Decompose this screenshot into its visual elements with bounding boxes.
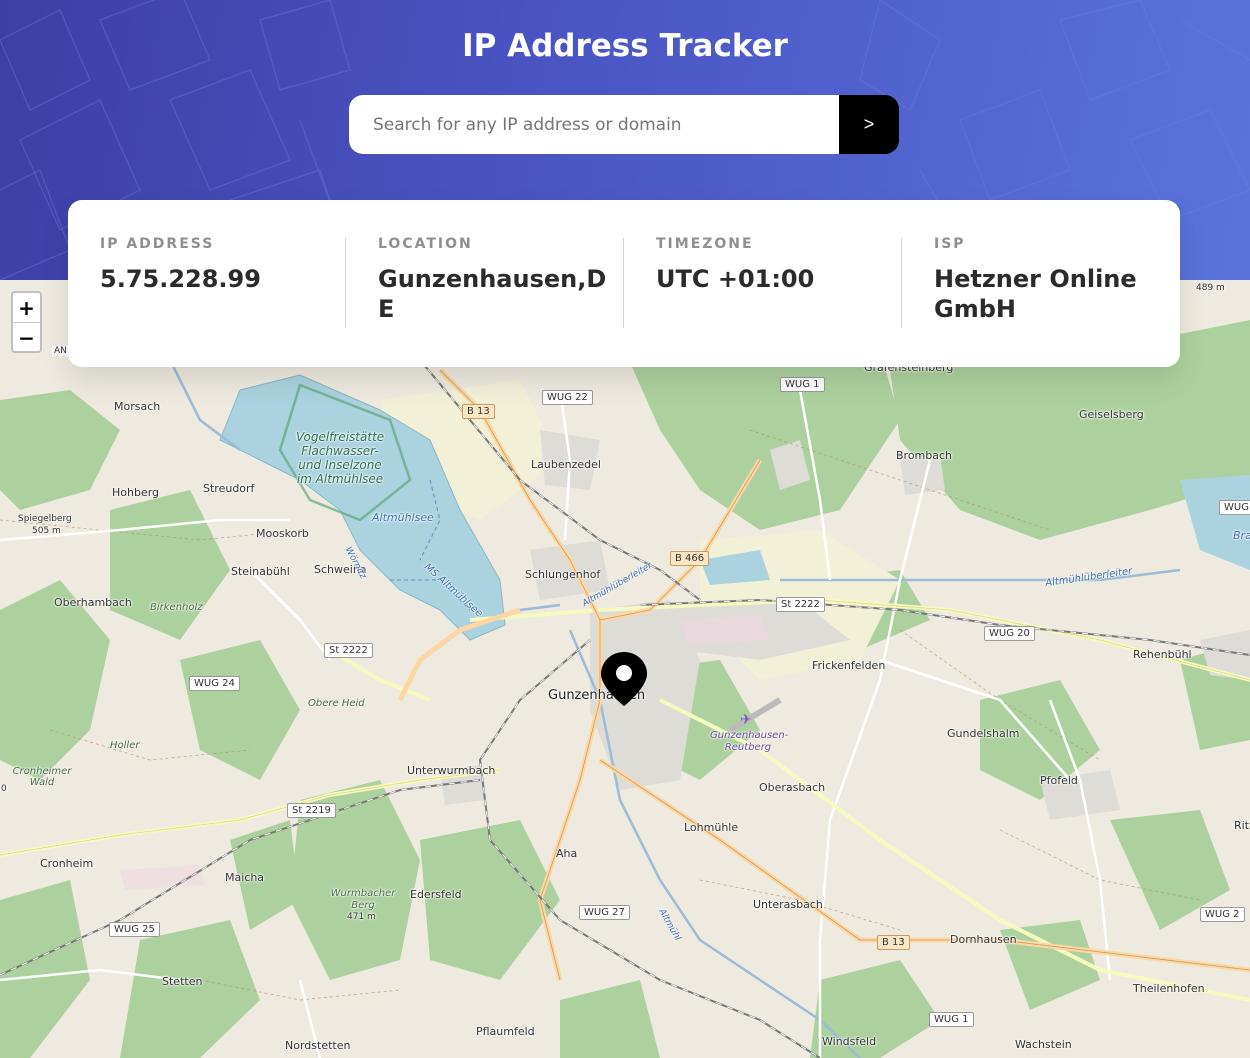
elevation-label: 489 m: [1196, 283, 1225, 293]
place-label: Hohberg: [112, 486, 160, 499]
place-label: Lohmühle: [684, 821, 739, 834]
place-label: Dornhausen: [950, 933, 1017, 946]
place-label: Rehenbühl: [1133, 648, 1192, 661]
place-label: Oberhambach: [54, 596, 132, 609]
place-label: Wachstein: [1015, 1038, 1072, 1051]
elevation-label: 505 m: [32, 526, 61, 536]
place-label: Pflaumfeld: [476, 1025, 535, 1038]
road-shield: B 466: [670, 551, 710, 566]
zoom-control: + −: [11, 291, 42, 353]
stat-value: Hetzner Online GmbH: [934, 265, 1137, 323]
place-label: Schlungenhof: [525, 568, 601, 581]
road-shield: WUG: [1219, 500, 1250, 515]
place-label: Aha: [556, 847, 578, 860]
stat-label: LOCATION: [378, 236, 473, 252]
airport-label: Gunzenhausen-Reutberg: [710, 730, 789, 753]
place-label: Morsach: [114, 400, 161, 413]
stat-divider: [345, 238, 346, 328]
road-shield: WUG 2: [1200, 907, 1245, 922]
stat-label: IP ADDRESS: [100, 236, 215, 252]
location-pin-icon[interactable]: [599, 650, 649, 708]
protected-area-label: Vogelfreistätte Flachwasser- und Inselzo…: [296, 430, 385, 486]
stat-location: LOCATION Gunzenhausen,DE: [378, 236, 608, 324]
place-label: Nordstetten: [285, 1039, 351, 1052]
elevation-label: 471 m: [347, 912, 376, 922]
place-label: Maicha: [225, 871, 265, 884]
road-shield: WUG 24: [189, 676, 240, 691]
road-shield: WUG 1: [929, 1012, 974, 1027]
stat-divider: [623, 238, 624, 328]
place-label: Brombach: [896, 449, 953, 462]
place-label: Mooskorb: [256, 527, 309, 540]
page-title: IP Address Tracker: [462, 28, 788, 64]
road-shield: WUG 27: [579, 905, 630, 920]
place-label: Pfofeld: [1040, 774, 1078, 787]
place-label: Rit: [1234, 819, 1250, 832]
stat-value: UTC +01:00: [656, 265, 815, 293]
ip-info-card: IP ADDRESS 5.75.228.99 LOCATION Gunzenha…: [68, 200, 1180, 367]
stat-timezone: TIMEZONE UTC +01:00: [656, 236, 886, 294]
place-label: Obere Heid: [308, 698, 365, 709]
place-label: 0: [1, 784, 7, 794]
place-label: Unterwurmbach: [407, 764, 496, 777]
stat-ip-address: IP ADDRESS 5.75.228.99: [100, 236, 330, 294]
stat-value: Gunzenhausen,DE: [378, 265, 607, 323]
stat-value: 5.75.228.99: [100, 265, 261, 293]
road-shield: WUG 1: [780, 377, 825, 392]
road-shield: WUG 22: [542, 390, 593, 405]
water-label: Altmühlsee: [372, 511, 434, 524]
search-submit-button[interactable]: >: [839, 95, 899, 154]
road-shield: St 2222: [776, 597, 825, 612]
place-label: Cronheimer Wald: [12, 766, 72, 788]
zoom-out-button[interactable]: −: [13, 322, 40, 351]
place-label: Bra: [1233, 529, 1250, 542]
road-shield: WUG 20: [984, 626, 1035, 641]
zoom-in-button[interactable]: +: [13, 293, 40, 322]
stat-label: ISP: [934, 236, 966, 252]
stat-label: TIMEZONE: [656, 236, 754, 252]
search-bar: >: [349, 95, 899, 154]
place-label: Stetten: [162, 975, 203, 988]
place-label: Spiegelberg: [18, 514, 72, 524]
road-shield: St 2219: [287, 803, 336, 818]
place-label: Frickenfelden: [812, 659, 886, 672]
place-label: Steinabühl: [231, 565, 290, 578]
road-shield: St 2222: [324, 643, 373, 658]
place-label: Wurmbacher Berg: [330, 888, 396, 911]
road-shield: B 13: [877, 935, 910, 950]
place-label: Laubenzedel: [531, 458, 601, 471]
place-label: Holler: [110, 740, 140, 751]
place-label: Windsfeld: [822, 1035, 877, 1048]
place-label: Edersfeld: [410, 888, 462, 901]
place-label: AN: [52, 346, 69, 356]
road-shield: WUG 25: [109, 922, 160, 937]
place-label: Unterasbach: [753, 898, 823, 911]
place-label: Geiselsberg: [1079, 408, 1144, 421]
place-label: Gundelshalm: [947, 727, 1020, 740]
place-label: Cronheim: [40, 857, 94, 870]
stat-divider: [901, 238, 902, 328]
place-label: Oberasbach: [759, 781, 826, 794]
chevron-right-icon: >: [863, 114, 875, 134]
place-label: Theilenhofen: [1133, 982, 1205, 995]
road-shield: B 13: [462, 404, 495, 419]
stat-isp: ISP Hetzner Online GmbH: [934, 236, 1164, 324]
place-label: Streudorf: [203, 482, 255, 495]
search-input[interactable]: [349, 95, 839, 154]
place-label: Birkenholz: [150, 602, 203, 613]
airport-icon: ✈: [740, 712, 752, 728]
